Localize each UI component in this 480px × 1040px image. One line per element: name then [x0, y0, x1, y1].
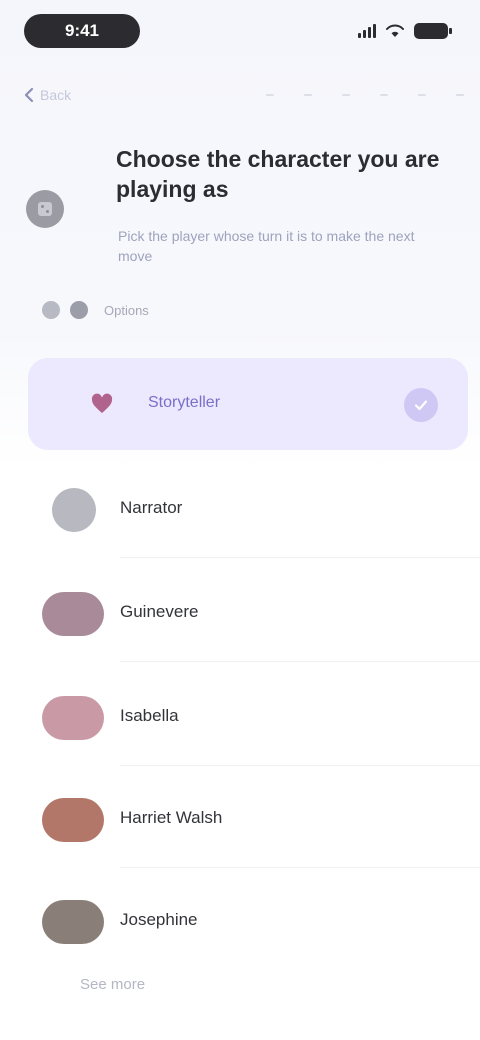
options-label: Options — [104, 302, 149, 318]
player-name: Josephine — [120, 910, 198, 929]
check-icon — [414, 400, 428, 411]
avatar — [42, 696, 104, 740]
avatar — [42, 798, 104, 842]
wifi-icon — [386, 24, 404, 37]
selected-label: Storyteller — [148, 394, 221, 411]
avatar — [42, 592, 104, 636]
avatar — [42, 900, 104, 944]
screen: 9:41 Back Choose the character you are p… — [0, 0, 480, 1040]
avatar — [52, 488, 96, 532]
signal-icon — [358, 24, 376, 38]
back-label: Back — [40, 87, 72, 103]
list-item[interactable]: Isabella — [0, 670, 480, 766]
page-title: Choose the character you are playing as — [116, 146, 440, 202]
player-name: Isabella — [120, 706, 179, 725]
status-time: 9:41 — [24, 14, 140, 48]
player-name: Harriet Walsh — [120, 808, 223, 827]
divider — [120, 867, 480, 868]
divider — [120, 557, 480, 558]
list-item[interactable]: Narrator — [0, 462, 480, 558]
nav-bar: Back — [24, 80, 464, 110]
selected-player-card[interactable]: Storyteller — [28, 358, 468, 450]
divider — [120, 661, 480, 662]
dice-icon — [38, 202, 52, 216]
heart-icon — [91, 393, 113, 413]
page-subtitle: Pick the player whose turn it is to make… — [118, 228, 415, 264]
list-item[interactable]: Guinevere — [0, 566, 480, 662]
sort-icon — [70, 301, 88, 319]
check-badge — [404, 388, 438, 422]
see-more-link[interactable]: See more — [80, 976, 145, 993]
divider — [120, 765, 480, 766]
options-row[interactable]: Options — [42, 298, 149, 322]
filter-icon — [42, 301, 60, 319]
player-name: Guinevere — [120, 602, 199, 621]
list-item[interactable]: Harriet Walsh — [0, 772, 480, 868]
chevron-left-icon — [24, 87, 34, 103]
player-name: Narrator — [120, 498, 183, 517]
list-item[interactable]: Josephine — [0, 874, 480, 970]
game-icon — [26, 190, 64, 228]
step-indicator — [266, 94, 464, 96]
back-button[interactable]: Back — [24, 87, 71, 103]
status-icons — [358, 20, 452, 42]
status-bar: 9:41 — [0, 0, 480, 64]
battery-icon — [414, 23, 452, 39]
